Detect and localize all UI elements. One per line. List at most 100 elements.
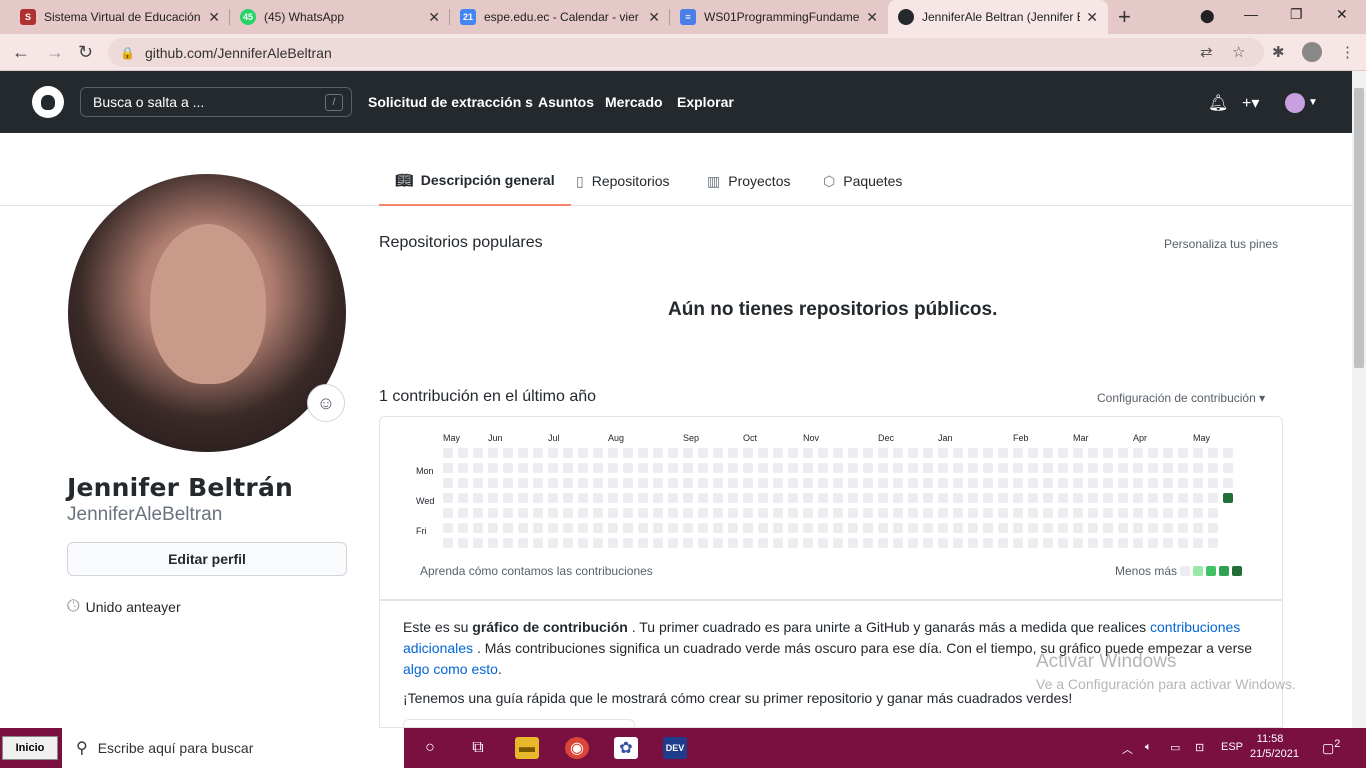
contribution-day-cell[interactable] <box>458 523 468 533</box>
contribution-day-cell[interactable] <box>968 463 978 473</box>
contribution-day-cell[interactable] <box>563 508 573 518</box>
contribution-day-cell[interactable] <box>1178 493 1188 503</box>
contribution-day-cell[interactable] <box>608 523 618 533</box>
contribution-day-cell[interactable] <box>623 538 633 548</box>
contribution-day-cell[interactable] <box>1013 493 1023 503</box>
contribution-day-cell[interactable] <box>623 493 633 503</box>
contribution-day-cell[interactable] <box>713 538 723 548</box>
contribution-day-cell[interactable] <box>923 538 933 548</box>
contribution-day-cell[interactable] <box>1103 478 1113 488</box>
contribution-day-cell[interactable] <box>1103 508 1113 518</box>
contribution-day-cell[interactable] <box>1133 508 1143 518</box>
contribution-day-cell[interactable] <box>923 463 933 473</box>
contribution-day-cell[interactable] <box>923 508 933 518</box>
contribution-day-cell[interactable] <box>1103 448 1113 458</box>
contribution-day-cell[interactable] <box>848 523 858 533</box>
contribution-day-cell[interactable] <box>608 538 618 548</box>
contribution-day-cell[interactable] <box>1028 508 1038 518</box>
contribution-day-cell[interactable] <box>518 493 528 503</box>
contribution-day-cell[interactable] <box>1208 463 1218 473</box>
browser-tab-3[interactable]: ≡ WS01ProgrammingFundame ✕ <box>670 0 888 34</box>
contribution-day-cell[interactable] <box>893 463 903 473</box>
contribution-day-cell[interactable] <box>1058 538 1068 548</box>
contribution-day-cell[interactable] <box>668 538 678 548</box>
contribution-day-cell[interactable] <box>863 493 873 503</box>
contribution-day-cell[interactable] <box>623 463 633 473</box>
contribution-day-cell[interactable] <box>653 538 663 548</box>
contribution-day-cell[interactable] <box>698 478 708 488</box>
contribution-day-cell[interactable] <box>578 463 588 473</box>
contribution-day-cell[interactable] <box>1163 538 1173 548</box>
close-tab-icon[interactable]: ✕ <box>866 9 878 26</box>
contribution-day-cell[interactable] <box>833 523 843 533</box>
contribution-day-cell[interactable] <box>593 538 603 548</box>
contribution-day-cell[interactable] <box>788 508 798 518</box>
contribution-day-cell[interactable] <box>743 538 753 548</box>
contribution-day-cell[interactable] <box>503 478 513 488</box>
nav-pull-requests[interactable]: Solicitud de extracción s <box>368 94 533 110</box>
contribution-day-cell[interactable] <box>893 448 903 458</box>
contribution-day-cell[interactable] <box>458 478 468 488</box>
contribution-day-cell[interactable] <box>1118 448 1128 458</box>
contribution-day-cell[interactable] <box>1178 478 1188 488</box>
contribution-day-cell[interactable] <box>593 493 603 503</box>
contribution-day-cell[interactable] <box>1163 448 1173 458</box>
chevron-down-icon[interactable]: ▼ <box>1308 97 1318 108</box>
contribution-day-cell[interactable] <box>638 463 648 473</box>
contribution-day-cell[interactable] <box>578 538 588 548</box>
contribution-day-cell[interactable] <box>443 478 453 488</box>
contribution-day-cell[interactable] <box>518 508 528 518</box>
tab-packages[interactable]: ⬡ Paquetes <box>823 156 902 206</box>
contribution-day-cell[interactable] <box>818 478 828 488</box>
contribution-day-cell[interactable] <box>998 463 1008 473</box>
contribution-day-cell[interactable] <box>443 538 453 548</box>
new-tab-button[interactable]: + <box>1118 4 1131 30</box>
contribution-day-cell[interactable] <box>773 448 783 458</box>
browser-tab-4[interactable]: JenniferAle Beltran (Jennifer B ✕ <box>888 0 1108 34</box>
language-indicator[interactable]: ESP <box>1221 741 1243 753</box>
contribution-day-cell[interactable] <box>668 448 678 458</box>
contribution-day-cell[interactable] <box>908 493 918 503</box>
contribution-day-cell[interactable] <box>953 478 963 488</box>
contribution-day-cell[interactable] <box>1223 493 1233 503</box>
contribution-day-cell[interactable] <box>683 538 693 548</box>
contribution-day-cell[interactable] <box>1073 523 1083 533</box>
contribution-day-cell[interactable] <box>983 523 993 533</box>
contribution-day-cell[interactable] <box>563 493 573 503</box>
contribution-day-cell[interactable] <box>1193 463 1203 473</box>
contribution-day-cell[interactable] <box>833 478 843 488</box>
contribution-day-cell[interactable] <box>953 493 963 503</box>
contribution-day-cell[interactable] <box>1118 508 1128 518</box>
contribution-day-cell[interactable] <box>1178 463 1188 473</box>
nav-explore[interactable]: Explorar <box>677 94 734 110</box>
contribution-day-cell[interactable] <box>1208 448 1218 458</box>
contribution-day-cell[interactable] <box>608 508 618 518</box>
contribution-day-cell[interactable] <box>863 463 873 473</box>
contribution-day-cell[interactable] <box>1013 538 1023 548</box>
contribution-settings-dropdown[interactable]: Configuración de contribución ▾ <box>1097 391 1265 405</box>
tab-projects[interactable]: ▥ Proyectos <box>707 156 790 206</box>
contribution-day-cell[interactable] <box>503 463 513 473</box>
contribution-day-cell[interactable] <box>788 538 798 548</box>
contribution-day-cell[interactable] <box>563 463 573 473</box>
contribution-day-cell[interactable] <box>743 463 753 473</box>
search-input[interactable]: Busca o salta a ... / <box>80 87 352 117</box>
contribution-day-cell[interactable] <box>833 463 843 473</box>
contribution-day-cell[interactable] <box>548 538 558 548</box>
scrollbar-thumb[interactable] <box>1354 88 1364 368</box>
contribution-day-cell[interactable] <box>1073 508 1083 518</box>
contribution-day-cell[interactable] <box>803 508 813 518</box>
network-icon[interactable]: ⊡ <box>1195 741 1204 754</box>
tab-repositories[interactable]: ▯ Repositorios <box>576 156 670 206</box>
contribution-day-cell[interactable] <box>1163 523 1173 533</box>
contribution-day-cell[interactable] <box>878 508 888 518</box>
contribution-day-cell[interactable] <box>653 478 663 488</box>
notifications-center-icon[interactable]: ▢2 <box>1322 738 1340 756</box>
browser-tab-1[interactable]: 45 (45) WhatsApp ✕ <box>230 0 450 34</box>
contribution-day-cell[interactable] <box>938 478 948 488</box>
contribution-day-cell[interactable] <box>938 448 948 458</box>
battery-icon[interactable]: ▭ <box>1170 741 1180 754</box>
contribution-day-cell[interactable] <box>833 508 843 518</box>
contribution-day-cell[interactable] <box>668 523 678 533</box>
contribution-day-cell[interactable] <box>488 478 498 488</box>
